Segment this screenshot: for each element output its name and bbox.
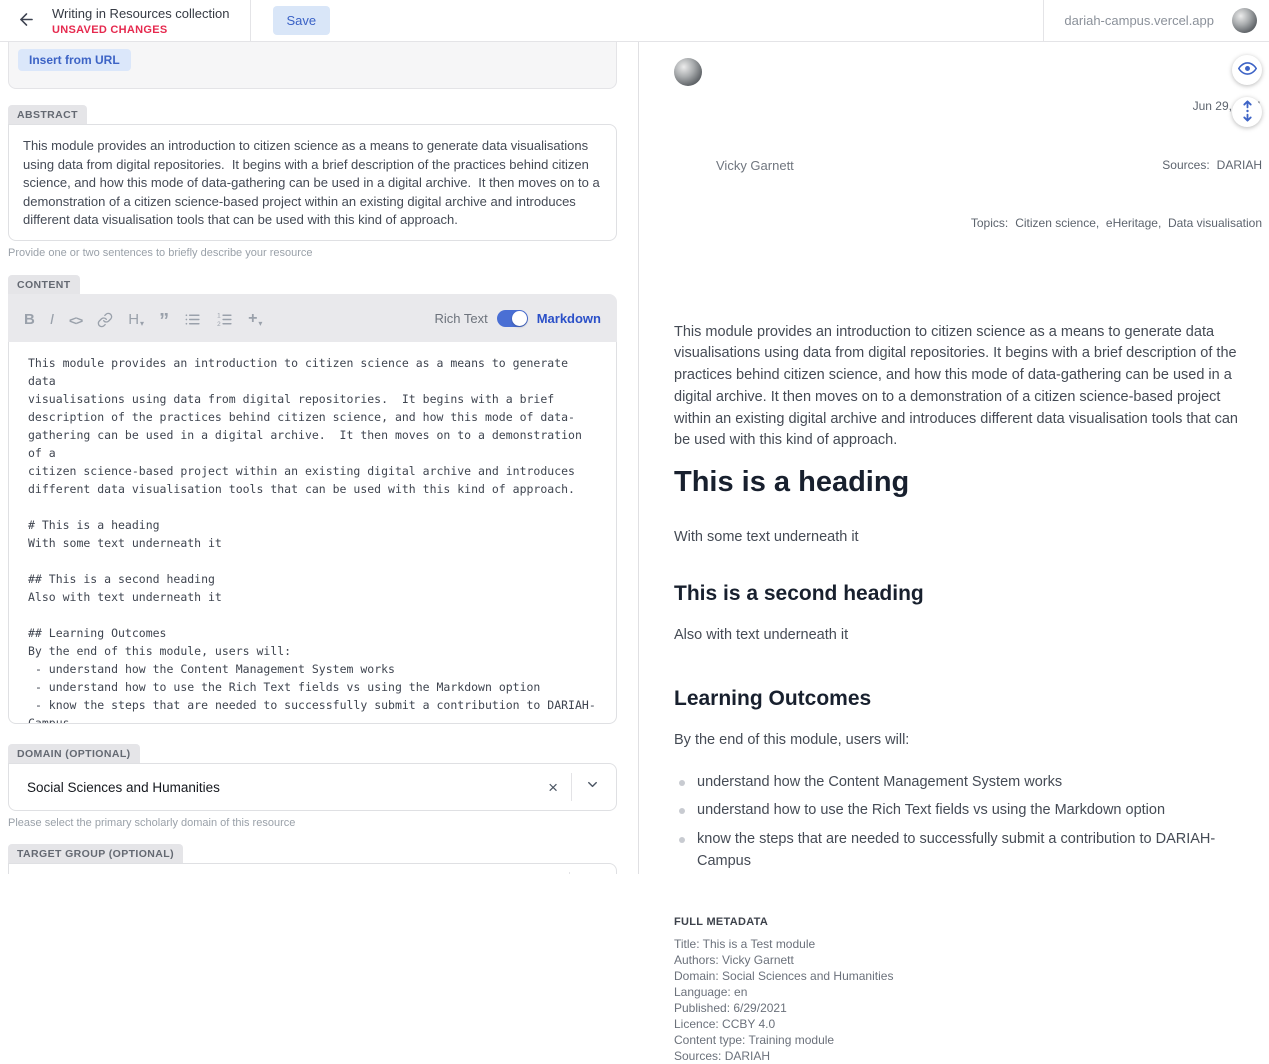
svg-text:1: 1 [217, 313, 221, 320]
divider [1043, 0, 1044, 41]
divider [250, 0, 251, 41]
media-upload-field: Insert from URL [8, 42, 617, 89]
preview-heading-learning-outcomes: Learning Outcomes [674, 685, 1244, 713]
metadata-line: Content type: Training module [674, 1032, 1244, 1048]
metadata-line: Authors: Vicky Garnett [674, 952, 1244, 968]
italic-icon[interactable]: I [50, 308, 54, 328]
list-item: understand how to use the Rich Text fiel… [674, 800, 1244, 822]
eye-icon [1238, 59, 1257, 81]
editor-mode-switch: Rich Text Markdown [434, 310, 601, 327]
ordered-list-icon[interactable]: 12 [216, 308, 233, 328]
markdown-toolbar: B I <> H▾ ” 12 +▾ Rich Text Markdo [8, 294, 617, 342]
bold-icon[interactable]: B [24, 308, 35, 328]
list-item: understand how the Content Management Sy… [674, 772, 1244, 794]
editor-pane: Insert from URL ABSTRACT This module pro… [0, 42, 639, 874]
full-metadata-section: FULL METADATA Title: This is a Test modu… [674, 916, 1244, 1064]
preview-paragraph: Also with text underneath it [674, 625, 1244, 647]
target-group-label: TARGET GROUP (OPTIONAL) [8, 844, 183, 863]
preview-pane: Vicky Garnett Jun 29, 2021 Sources:DARIA… [639, 42, 1269, 874]
markdown-label[interactable]: Markdown [537, 311, 601, 326]
chevron-down-icon[interactable] [585, 777, 600, 797]
abstract-textarea[interactable]: This module provides an introduction to … [8, 124, 617, 241]
clear-icon[interactable]: × [548, 779, 558, 796]
metadata-line: Licence: CCBY 4.0 [674, 1016, 1244, 1032]
scroll-sync-button[interactable] [1232, 97, 1262, 127]
preview-intro-paragraph: This module provides an introduction to … [674, 322, 1244, 453]
metadata-line: Published: 6/29/2021 [674, 1000, 1244, 1016]
preview-heading-2: This is a second heading [674, 580, 1244, 608]
full-metadata-heading: FULL METADATA [674, 916, 1244, 928]
target-group-field-group: TARGET GROUP (OPTIONAL) [8, 844, 617, 874]
domain-select[interactable]: Social Sciences and Humanities × [8, 763, 617, 811]
heading-icon[interactable]: H▾ [128, 308, 144, 328]
content-label: CONTENT [8, 275, 80, 294]
back-arrow-icon [17, 10, 36, 32]
blockquote-icon[interactable]: ” [159, 308, 169, 328]
preview-paragraph: By the end of this module, users will: [674, 730, 1244, 752]
learning-outcomes-list: understand how the Content Management Sy… [674, 772, 1244, 873]
top-bar: Writing in Resources collection UNSAVED … [0, 0, 1269, 42]
topics-line: Topics:Citizen science, eHeritage, Data … [971, 214, 1262, 234]
metadata-line: Sources: DARIAH [674, 1048, 1244, 1064]
preview-content: This module provides an introduction to … [639, 322, 1269, 1064]
markdown-editor-area[interactable]: This module provides an introduction to … [8, 342, 617, 724]
target-group-select[interactable] [8, 863, 617, 874]
content-field-group: CONTENT B I <> H▾ ” 12 +▾ Rich Text [8, 275, 617, 724]
rich-text-label: Rich Text [434, 311, 487, 326]
abstract-field-group: ABSTRACT This module provides an introdu… [8, 105, 617, 259]
divider [571, 773, 572, 801]
publish-date: Jun 29, 2021 [971, 97, 1262, 117]
metadata-line: Title: This is a Test module [674, 936, 1244, 952]
save-button[interactable]: Save [273, 6, 331, 35]
author-name: Vicky Garnett [716, 158, 794, 173]
metadata-lines: Title: This is a Test module Authors: Vi… [674, 936, 1244, 1064]
domain-selected-value: Social Sciences and Humanities [27, 780, 220, 795]
insert-icon[interactable]: +▾ [248, 308, 262, 328]
metadata-line: Domain: Social Sciences and Humanities [674, 968, 1244, 984]
domain-label: DOMAIN (OPTIONAL) [8, 744, 140, 763]
scroll-sync-icon [1240, 100, 1255, 125]
sources-line: Sources:DARIAH [971, 156, 1262, 176]
svg-text:2: 2 [217, 321, 221, 328]
abstract-label: ABSTRACT [8, 105, 87, 124]
unsaved-changes-badge: UNSAVED CHANGES [52, 24, 230, 36]
user-avatar[interactable] [1232, 8, 1257, 33]
markdown-content: This module provides an introduction to … [28, 354, 597, 724]
mode-toggle[interactable] [497, 310, 528, 327]
preview-header: Vicky Garnett Jun 29, 2021 Sources:DARIA… [639, 42, 1269, 273]
document-title-block: Writing in Resources collection UNSAVED … [52, 6, 230, 36]
divider [569, 872, 570, 874]
preview-meta: Jun 29, 2021 Sources:DARIAH Topics:Citiz… [971, 58, 1262, 273]
preview-paragraph: With some text underneath it [674, 527, 1244, 549]
preview-eye-button[interactable] [1232, 55, 1262, 85]
list-item: know the steps that are needed to succes… [674, 829, 1244, 873]
preview-heading-1: This is a heading [674, 464, 1244, 500]
back-button[interactable] [0, 0, 52, 42]
bullet-list-icon[interactable] [184, 308, 201, 328]
page-title: Writing in Resources collection [52, 6, 230, 21]
domain-helper-text: Please select the primary scholarly doma… [8, 817, 617, 829]
site-url: dariah-campus.vercel.app [1064, 13, 1214, 28]
code-icon[interactable]: <> [69, 308, 82, 328]
author-avatar [674, 58, 702, 86]
domain-field-group: DOMAIN (OPTIONAL) Social Sciences and Hu… [8, 744, 617, 829]
link-icon[interactable] [97, 308, 113, 328]
metadata-line: Language: en [674, 984, 1244, 1000]
toggle-knob [512, 311, 527, 326]
preview-controls [1232, 55, 1262, 127]
insert-from-url-button[interactable]: Insert from URL [18, 49, 131, 71]
abstract-helper-text: Provide one or two sentences to briefly … [8, 247, 617, 259]
